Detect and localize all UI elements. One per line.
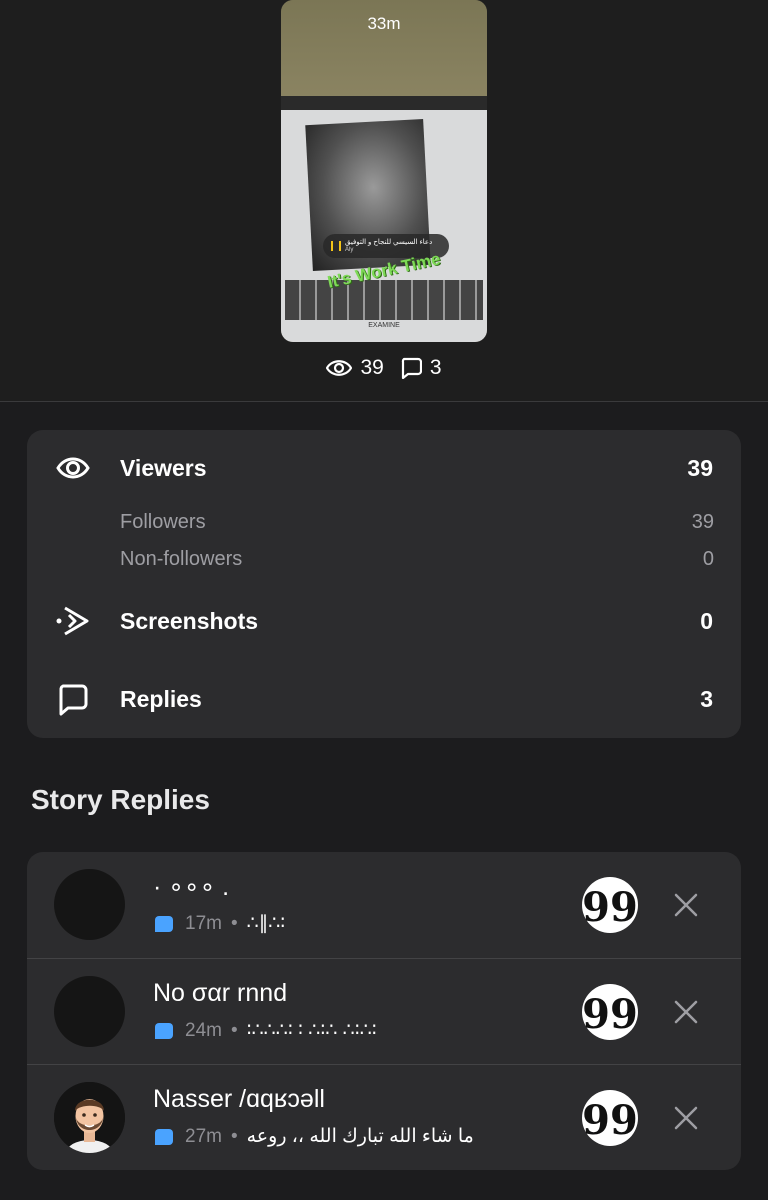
story-thumbnail[interactable]: 33m دعاء السيسي للنجاح و التوفيق Aly It'… — [281, 0, 487, 342]
separator-dot: • — [230, 912, 238, 934]
quote-reply-button[interactable]: 99 — [582, 984, 638, 1040]
followers-row: Followers 39 — [120, 511, 714, 534]
monitor-brand: EXAMINE — [368, 322, 400, 329]
reply-meta: 24m • ∶∴∴∴∶ ∶ ∴∶∴ ∴∶∴∶ — [155, 1019, 377, 1042]
music-title: دعاء السيسي للنجاح و التوفيق — [345, 239, 433, 246]
eye-icon — [326, 360, 353, 376]
story-header: 33m دعاء السيسي للنجاح و التوفيق Aly It'… — [0, 0, 768, 402]
story-stats: 39 3 — [0, 356, 768, 380]
reply-time: 17m — [185, 912, 222, 934]
reply-meta: 17m • ∴∥∴∶ — [155, 912, 285, 935]
followers-value: 39 — [691, 511, 714, 533]
insights-card: Viewers 39 Followers 39 Non-followers 0 … — [27, 430, 741, 738]
viewers-row[interactable]: Viewers 39 — [27, 450, 741, 486]
story-replies-list: · ∘∘∘ . 17m • ∴∥∴∶ 99 Νo σαr rnnd 24m • … — [27, 852, 741, 1170]
bitmoji-avatar-icon — [54, 1082, 125, 1153]
followers-label: Followers — [120, 511, 206, 533]
chat-bubble-icon — [155, 1128, 173, 1145]
reply-bubble-icon — [401, 357, 422, 379]
reply-item[interactable]: Νo σαr rnnd 24m • ∶∴∴∴∶ ∶ ∴∶∴ ∴∶∴∶ 99 — [27, 958, 741, 1064]
reply-time: 27m — [185, 1125, 222, 1147]
chat-bubble-icon — [155, 1022, 173, 1039]
reply-text: ∶∴∴∴∶ ∶ ∴∶∴ ∴∶∴∶ — [246, 1020, 377, 1041]
avatar[interactable] — [54, 869, 125, 940]
reply-time: 24m — [185, 1019, 222, 1041]
chat-bubble-icon — [155, 915, 173, 932]
non-followers-row: Non-followers 0 — [120, 548, 714, 571]
screenshot-icon — [56, 606, 89, 636]
separator-dot: • — [230, 1125, 238, 1147]
story-time-ago: 33m — [367, 14, 401, 33]
avatar[interactable] — [54, 976, 125, 1047]
thumbnail-bezel — [281, 96, 487, 110]
close-icon[interactable] — [671, 1103, 701, 1133]
viewers-value: 39 — [687, 455, 713, 481]
reply-author: · ∘∘∘ . — [153, 873, 230, 901]
story-replies-title: Story Replies — [31, 784, 210, 815]
avatar[interactable] — [54, 1082, 125, 1153]
reply-count-group: 3 — [400, 356, 442, 380]
reply-bubble-icon — [59, 684, 88, 716]
separator-dot: • — [230, 1019, 238, 1041]
reply-author: Νo σαr rnnd — [153, 979, 288, 1007]
eye-icon — [56, 457, 90, 479]
replies-label: Replies — [120, 686, 202, 712]
reply-item[interactable]: · ∘∘∘ . 17m • ∴∥∴∶ 99 — [27, 852, 741, 958]
music-bars-icon — [331, 241, 341, 251]
viewers-label: Viewers — [120, 455, 207, 481]
thumbnail-film-strip — [285, 280, 483, 320]
replies-value: 3 — [700, 686, 713, 712]
view-count-group: 39 — [326, 356, 384, 380]
close-icon[interactable] — [671, 890, 701, 920]
screenshots-value: 0 — [700, 608, 713, 634]
screenshots-label: Screenshots — [120, 608, 259, 634]
reply-meta: 27m • ما شاء الله تبارك الله ،، روعه — [155, 1125, 474, 1148]
reply-text: ما شاء الله تبارك الله ،، روعه — [246, 1126, 474, 1147]
replies-row[interactable]: Replies 3 — [27, 681, 741, 717]
close-icon[interactable] — [671, 997, 701, 1027]
reply-text: ∴∥∴∶ — [246, 913, 286, 934]
reply-author: Nasser /ɑqʁɔəll — [153, 1085, 325, 1113]
screenshots-row[interactable]: Screenshots 0 — [27, 603, 741, 639]
reply-count: 3 — [429, 356, 442, 379]
non-followers-value: 0 — [702, 548, 714, 570]
quote-reply-button[interactable]: 99 — [582, 1090, 638, 1146]
quote-reply-button[interactable]: 99 — [582, 877, 638, 933]
view-count: 39 — [360, 356, 384, 379]
reply-item[interactable]: Nasser /ɑqʁɔəll 27m • ما شاء الله تبارك … — [27, 1064, 741, 1170]
non-followers-label: Non-followers — [120, 548, 243, 570]
